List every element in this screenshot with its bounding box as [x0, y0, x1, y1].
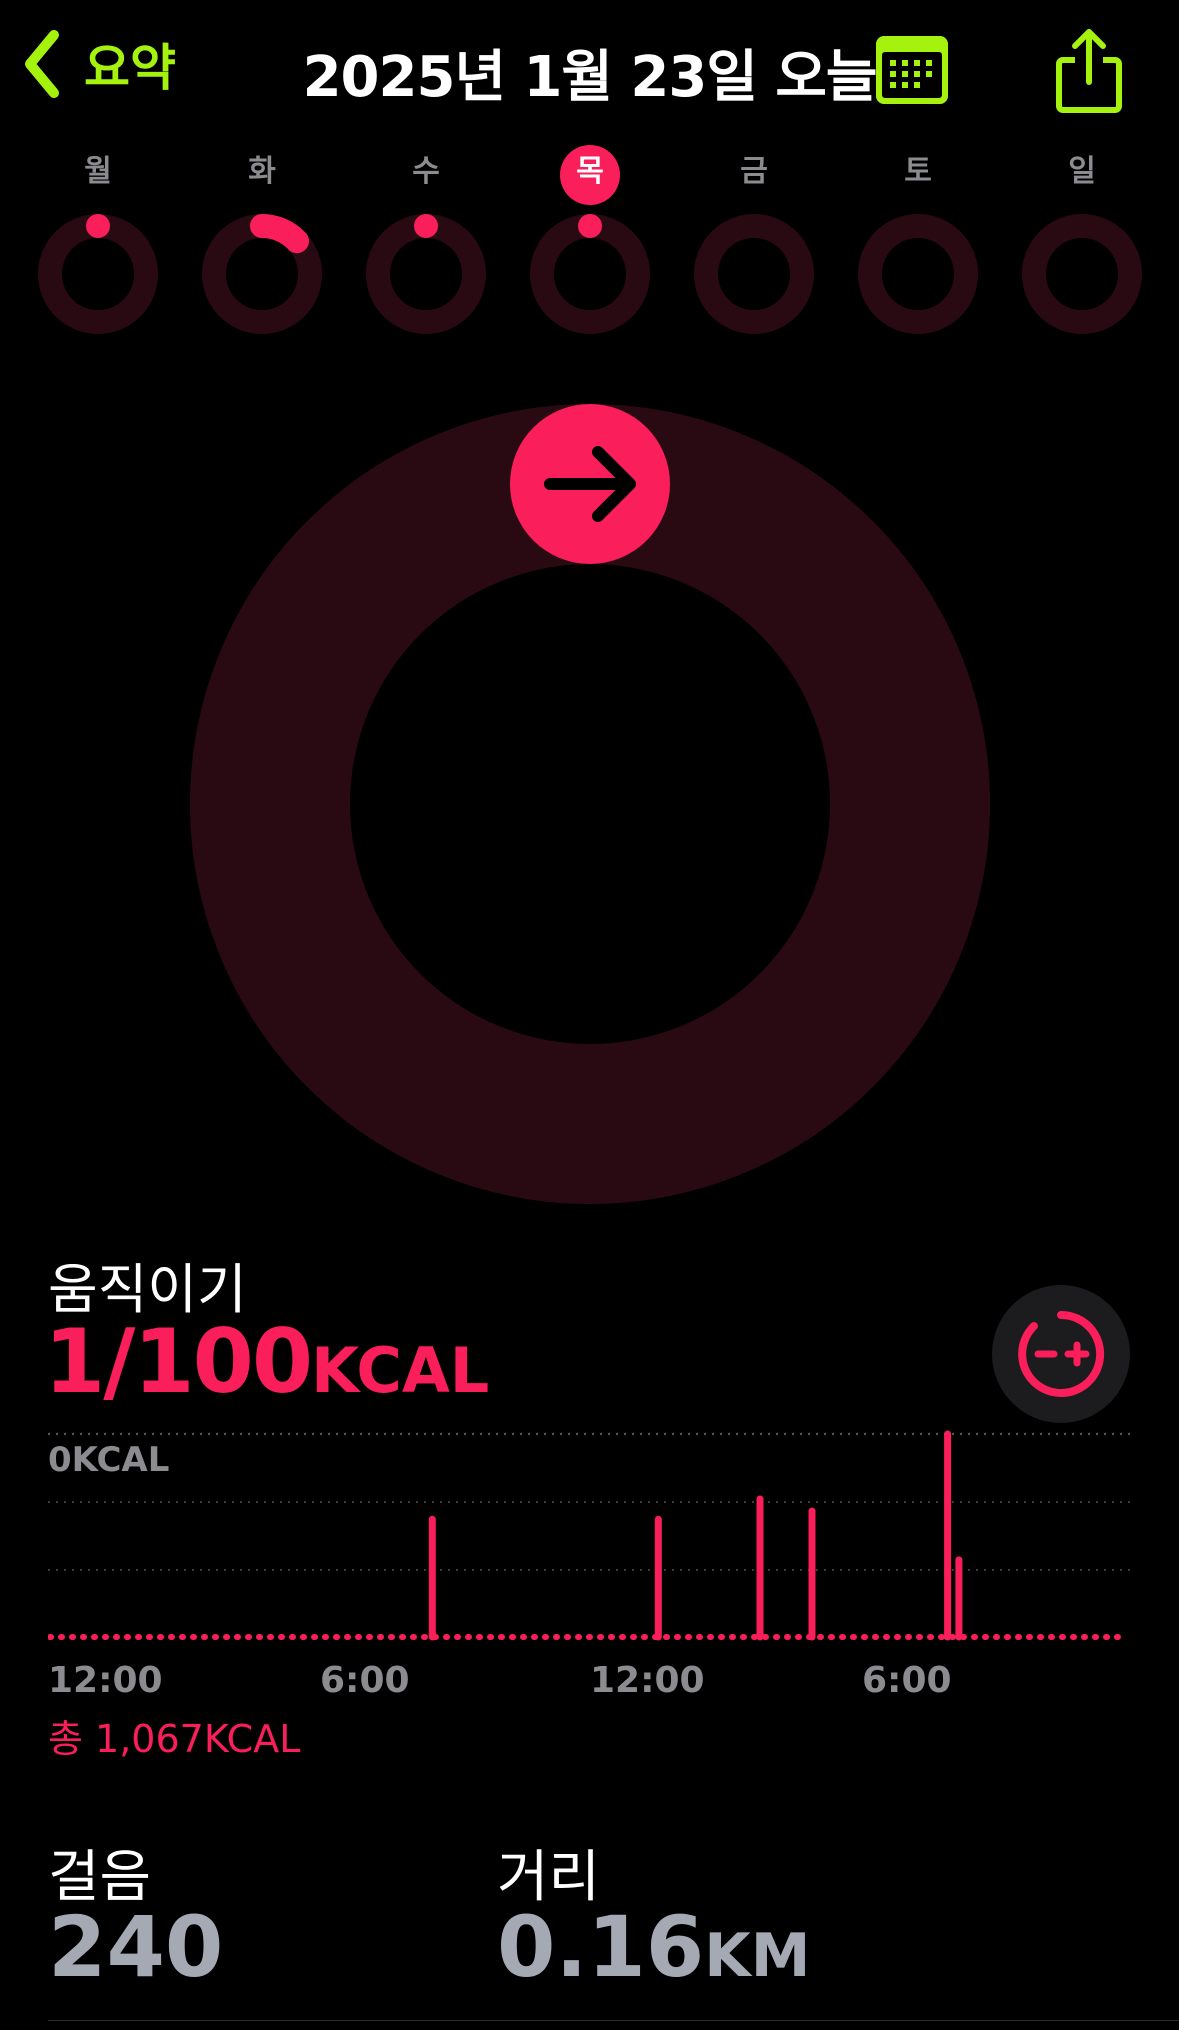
day-label: 일 — [1068, 154, 1096, 189]
day-label: 월 — [84, 154, 112, 189]
day-ring — [694, 214, 814, 334]
day-ring — [202, 214, 322, 334]
calendar-icon — [876, 36, 948, 104]
day-label: 화 — [248, 154, 276, 189]
day-ring-progress — [250, 214, 309, 254]
share-button[interactable] — [1055, 26, 1123, 114]
day-ring — [38, 214, 158, 334]
distance-unit: KM — [704, 1921, 811, 1991]
move-total: 총 1,067KCAL — [48, 1717, 301, 1761]
day-label: 목 — [576, 154, 604, 189]
chart-x-axis: 12:00 6:00 12:00 6:00 — [48, 1660, 1133, 1710]
day-ring-track — [530, 214, 650, 334]
x-tick-label: 12:00 — [590, 1660, 705, 1701]
day-ring-track — [858, 214, 978, 334]
chart-top-label: 0KCAL — [48, 1440, 170, 1480]
calendar-button[interactable] — [876, 36, 948, 104]
distance-value: 0.16KM — [497, 1898, 810, 1996]
move-ring-track — [190, 404, 990, 1204]
day-label: 수 — [412, 154, 440, 189]
change-goal-button[interactable] — [992, 1285, 1130, 1423]
day-ring-track — [694, 214, 814, 334]
goal-adjust-icon — [1018, 1310, 1105, 1397]
page-title: 2025년 1월 23일 오늘 — [302, 45, 878, 110]
day-ring — [530, 214, 650, 334]
move-value: 1/100KCAL — [44, 1310, 489, 1413]
day-label: 토 — [904, 154, 932, 189]
day-ring-track — [38, 214, 158, 334]
x-tick-label: 12:00 — [48, 1660, 163, 1701]
move-ring — [190, 404, 990, 1204]
day-label: 금 — [740, 154, 768, 189]
day-ring-progress — [414, 214, 438, 238]
divider — [48, 2020, 1179, 2021]
x-tick-label: 6:00 — [320, 1660, 410, 1701]
day-ring-progress — [86, 214, 110, 238]
distance-number: 0.16 — [497, 1898, 705, 1996]
day-ring — [858, 214, 978, 334]
move-value-number: 1/100 — [44, 1310, 313, 1413]
week-strip: 월화수목금토일 — [37, 145, 1142, 345]
day-ring-track — [1022, 214, 1142, 334]
day-ring-track — [366, 214, 486, 334]
share-icon — [1056, 29, 1122, 113]
day-ring-progress — [578, 214, 602, 238]
steps-value: 240 — [48, 1898, 224, 1996]
x-tick-label: 6:00 — [862, 1660, 952, 1701]
move-value-unit: KCAL — [311, 1334, 490, 1407]
day-ring — [1022, 214, 1142, 334]
day-ring — [366, 214, 486, 334]
